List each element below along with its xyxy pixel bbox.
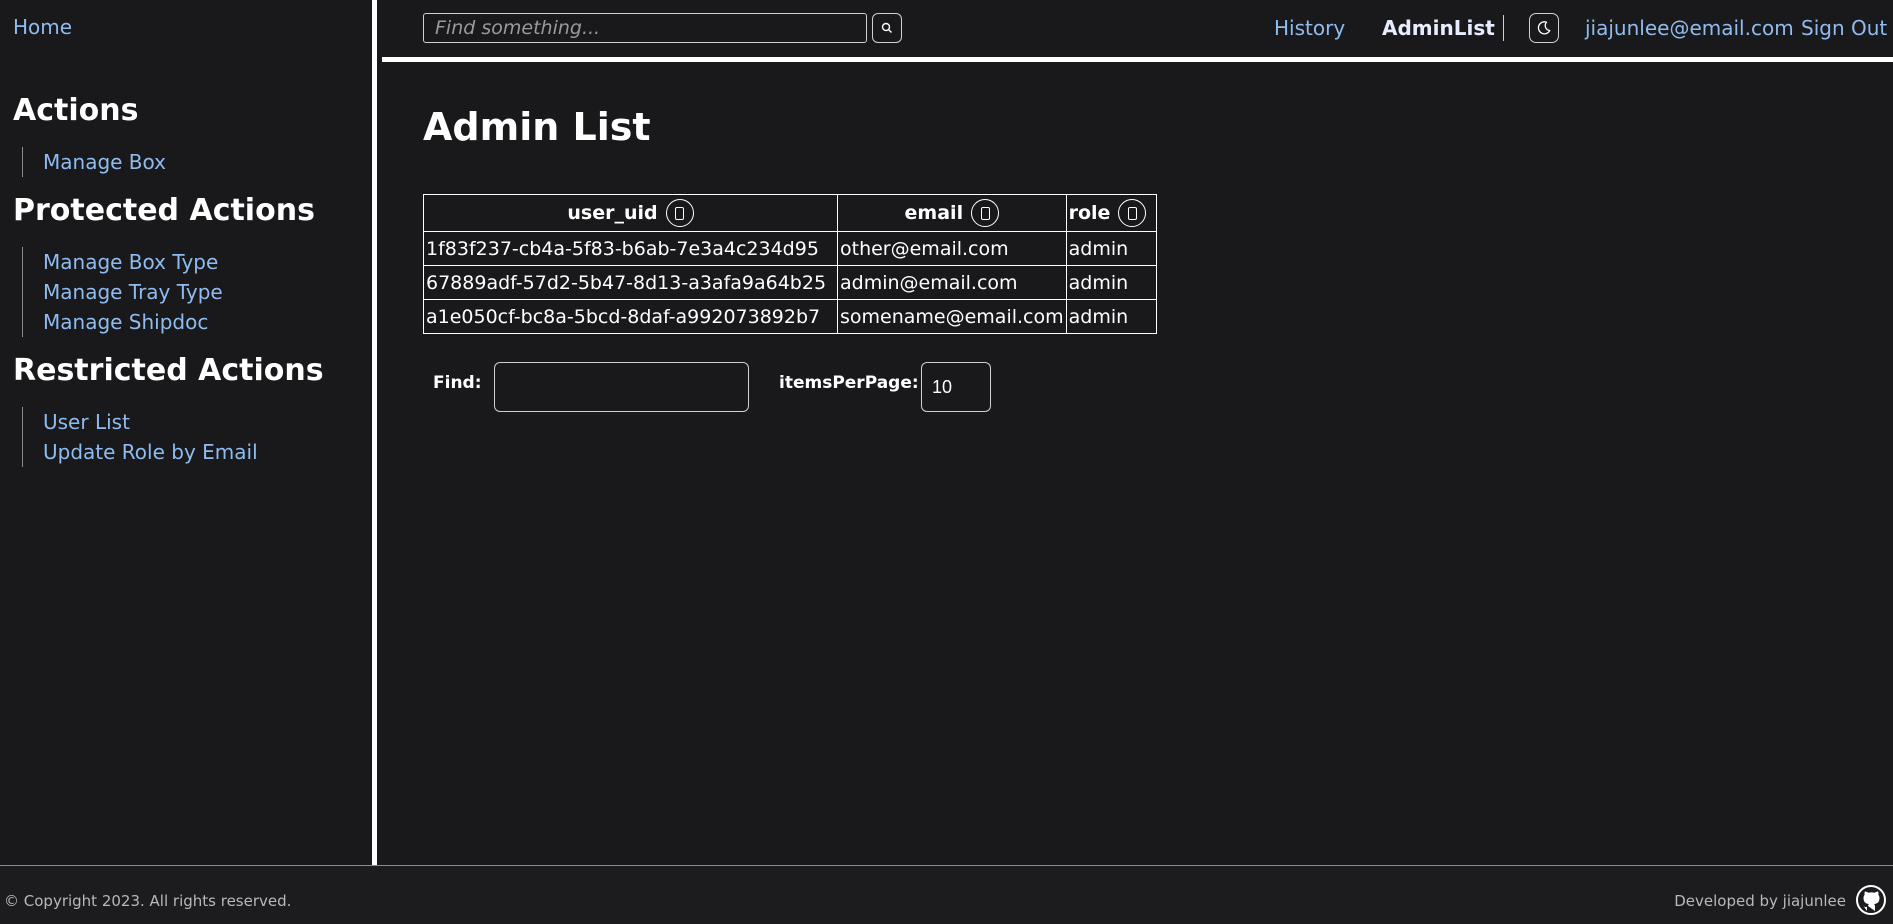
top-header: History AdminList jiajunlee@email.com Si… xyxy=(382,0,1893,62)
nav-divider xyxy=(1503,15,1504,41)
sidebar-item-manage-box-type[interactable]: Manage Box Type xyxy=(43,247,223,277)
sign-out-link[interactable]: Sign Out xyxy=(1801,16,1887,40)
table-row: 67889adf-57d2-5b47-8d13-a3afa9a64b25 adm… xyxy=(423,265,1157,300)
table-header-row: user_uid email role xyxy=(423,194,1157,232)
sort-role-button[interactable] xyxy=(1118,199,1147,227)
sidebar-item-manage-box[interactable]: Manage Box xyxy=(43,147,166,177)
github-icon xyxy=(1856,885,1886,915)
cell-role: admin xyxy=(1065,265,1157,300)
sidebar-item-update-role-by-email[interactable]: Update Role by Email xyxy=(43,437,258,467)
column-label-user-uid: user_uid xyxy=(567,202,658,224)
footer: © Copyright 2023. All rights reserved. D… xyxy=(0,865,1893,924)
cell-role: admin xyxy=(1065,299,1157,334)
items-per-page-label: itemsPerPage: xyxy=(779,373,919,393)
sort-icon xyxy=(1127,206,1137,220)
sidebar-heading-actions: Actions xyxy=(13,93,139,128)
cell-email: admin@email.com xyxy=(837,265,1067,300)
sidebar: Home Actions Manage Box Protected Action… xyxy=(0,0,377,865)
sort-email-button[interactable] xyxy=(971,199,1000,227)
cell-email: somename@email.com xyxy=(837,299,1067,334)
items-per-page-input[interactable] xyxy=(921,362,991,412)
column-header-role: role xyxy=(1065,194,1157,232)
table-row: a1e050cf-bc8a-5bcd-8daf-a992073892b7 som… xyxy=(423,299,1157,334)
sidebar-item-manage-shipdoc[interactable]: Manage Shipdoc xyxy=(43,307,223,337)
nav-adminlist-link[interactable]: AdminList xyxy=(1382,16,1495,40)
sidebar-group-protected-actions: Manage Box Type Manage Tray Type Manage … xyxy=(22,247,223,337)
find-label: Find: xyxy=(433,373,482,393)
search-icon xyxy=(881,22,892,33)
sidebar-item-user-list[interactable]: User List xyxy=(43,407,258,437)
column-label-role: role xyxy=(1068,202,1111,224)
github-link[interactable] xyxy=(1855,884,1887,916)
sidebar-heading-protected-actions: Protected Actions xyxy=(13,193,315,228)
column-label-email: email xyxy=(904,202,964,224)
find-input[interactable] xyxy=(494,362,749,412)
cell-email: other@email.com xyxy=(837,231,1067,266)
user-email-link[interactable]: jiajunlee@email.com xyxy=(1585,16,1794,40)
page-title: Admin List xyxy=(423,105,651,149)
moon-icon xyxy=(1537,21,1551,35)
column-header-user-uid: user_uid xyxy=(423,194,838,232)
sidebar-group-actions: Manage Box xyxy=(22,147,166,177)
cell-user-uid: 1f83f237-cb4a-5f83-b6ab-7e3a4c234d95 xyxy=(423,231,838,266)
cell-user-uid: 67889adf-57d2-5b47-8d13-a3afa9a64b25 xyxy=(423,265,838,300)
home-link[interactable]: Home xyxy=(13,15,72,39)
nav-history-link[interactable]: History xyxy=(1274,16,1345,40)
developed-by-text: Developed by jiajunlee xyxy=(1674,892,1846,910)
sidebar-heading-restricted-actions: Restricted Actions xyxy=(13,353,324,388)
cell-user-uid: a1e050cf-bc8a-5bcd-8daf-a992073892b7 xyxy=(423,299,838,334)
admin-table: user_uid email role 1f83f237-cb4a-5f83-b… xyxy=(423,194,1157,334)
copyright-text: © Copyright 2023. All rights reserved. xyxy=(4,892,292,910)
theme-toggle-button[interactable] xyxy=(1529,13,1559,43)
column-header-email: email xyxy=(837,194,1067,232)
sort-icon xyxy=(980,206,990,220)
sort-user-uid-button[interactable] xyxy=(665,199,694,227)
table-row: 1f83f237-cb4a-5f83-b6ab-7e3a4c234d95 oth… xyxy=(423,231,1157,266)
sort-icon xyxy=(675,206,685,220)
sidebar-group-restricted-actions: User List Update Role by Email xyxy=(22,407,258,467)
search-button[interactable] xyxy=(872,13,902,43)
search-input[interactable] xyxy=(423,13,867,43)
cell-role: admin xyxy=(1065,231,1157,266)
sidebar-item-manage-tray-type[interactable]: Manage Tray Type xyxy=(43,277,223,307)
